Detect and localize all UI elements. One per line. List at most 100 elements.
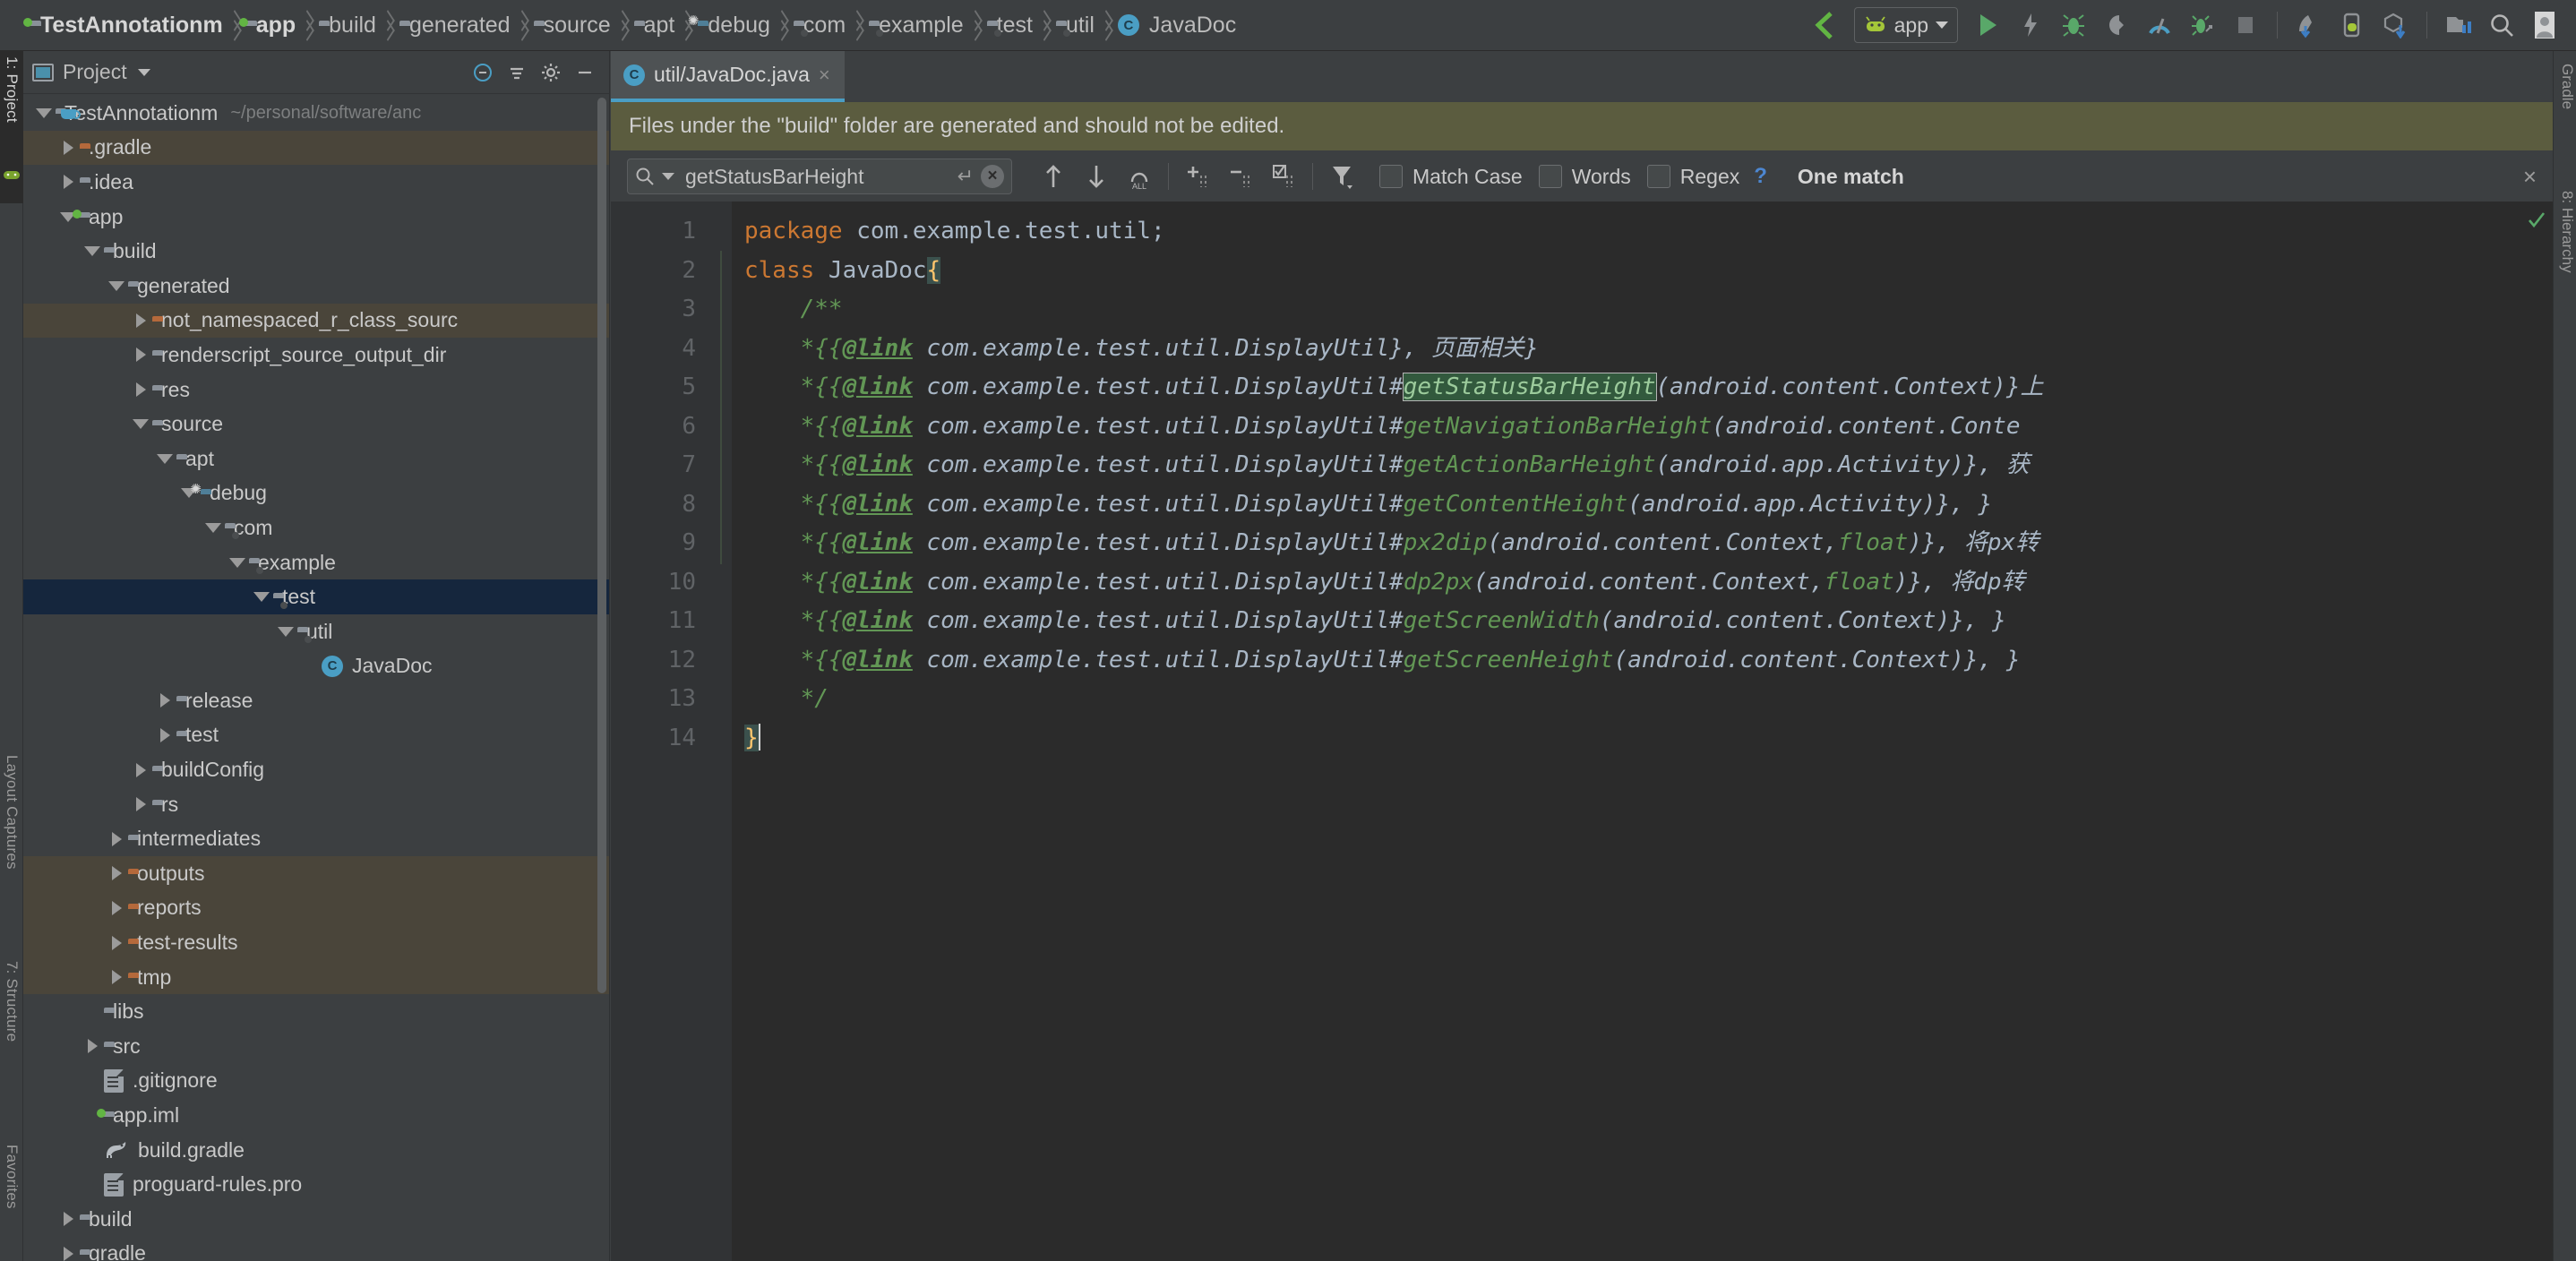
collapse-arrow-icon[interactable] (32, 96, 56, 130)
expand-arrow-icon[interactable] (129, 787, 152, 821)
tree-row[interactable]: C JavaDoc (23, 649, 609, 684)
find-all-icon[interactable]: ALL (1118, 155, 1161, 198)
sidebar-item-gradle[interactable]: Gradle (2553, 58, 2576, 166)
breadcrumb-item-generated[interactable]: generated (399, 0, 511, 51)
tree-row[interactable]: util (23, 614, 609, 649)
collapse-arrow-icon[interactable] (274, 614, 297, 648)
search-input[interactable]: getStatusBarHeight ↵ × (627, 159, 1012, 194)
expand-all-icon[interactable] (502, 57, 532, 88)
collapse-arrow-icon[interactable] (250, 580, 273, 614)
run-configuration-selector[interactable]: app (1853, 7, 1958, 43)
tree-row[interactable]: ✺ debug (23, 476, 609, 511)
tree-row[interactable]: test (23, 579, 609, 614)
expand-arrow-icon[interactable] (81, 1029, 104, 1063)
tree-scrollbar[interactable] (597, 98, 606, 993)
clear-search-icon[interactable]: × (981, 165, 1004, 188)
settings-gear-icon[interactable] (536, 57, 566, 88)
expand-arrow-icon[interactable] (56, 165, 80, 199)
tree-row[interactable]: gradle (23, 1237, 609, 1261)
add-selection-icon[interactable] (1176, 155, 1219, 198)
tree-row[interactable]: res (23, 373, 609, 407)
tree-row[interactable]: app (23, 200, 609, 235)
breadcrumb-item-com[interactable]: com (794, 0, 846, 51)
tree-row[interactable]: .gradle (23, 130, 609, 166)
tree-row[interactable]: source (23, 407, 609, 442)
tree-row[interactable]: app.iml (23, 1098, 609, 1133)
back-icon[interactable] (1806, 6, 1843, 44)
chevron-down-icon[interactable] (137, 68, 150, 76)
sync-gradle-icon[interactable] (2376, 6, 2414, 44)
remove-selection-icon[interactable] (1219, 155, 1262, 198)
user-icon[interactable] (2526, 6, 2563, 44)
tree-row[interactable]: not_namespaced_r_class_sourc (23, 303, 609, 339)
expand-arrow-icon[interactable] (153, 683, 176, 717)
expand-arrow-icon[interactable] (56, 1237, 80, 1261)
collapse-arrow-icon[interactable] (202, 510, 225, 545)
close-icon[interactable]: × (819, 64, 830, 87)
tree-row[interactable]: tmp (23, 959, 609, 995)
expand-arrow-icon[interactable] (153, 718, 176, 752)
collapse-arrow-icon[interactable] (153, 442, 176, 476)
find-next-icon[interactable] (1075, 155, 1118, 198)
collapse-all-icon[interactable] (468, 57, 498, 88)
tree-row[interactable]: .gitignore (23, 1064, 609, 1099)
sidebar-item-hierarchy[interactable]: 8: Hierarchy (2553, 185, 2576, 356)
project-structure-icon[interactable] (2440, 6, 2477, 44)
words-checkbox[interactable] (1538, 165, 1562, 188)
tree-row[interactable]: generated (23, 269, 609, 304)
close-find-icon[interactable]: × (2523, 163, 2542, 191)
collapse-arrow-icon[interactable] (226, 545, 249, 579)
regex-checkbox[interactable] (1646, 165, 1670, 188)
tree-row[interactable]: com (23, 510, 609, 545)
attach-debugger-icon[interactable] (2098, 6, 2135, 44)
breadcrumb-item-build[interactable]: build (319, 0, 376, 51)
sidebar-item-favorites[interactable]: Favorites (0, 1139, 23, 1261)
breadcrumb-item-example[interactable]: example (869, 0, 964, 51)
select-all-occurrences-icon[interactable] (1262, 155, 1305, 198)
tree-row[interactable]: proguard-rules.pro (23, 1167, 609, 1202)
expand-arrow-icon[interactable] (105, 926, 128, 960)
breadcrumb-item-app[interactable]: app (238, 0, 296, 51)
tree-row[interactable]: intermediates (23, 821, 609, 856)
breadcrumb-item-apt[interactable]: apt (634, 0, 675, 51)
breadcrumb-item-util[interactable]: util (1056, 0, 1095, 51)
tree-row[interactable]: apt (23, 442, 609, 476)
avd-manager-icon[interactable] (2333, 6, 2371, 44)
collapse-arrow-icon[interactable] (129, 407, 152, 442)
debug-icon[interactable] (2055, 6, 2092, 44)
tree-row[interactable]: reports (23, 890, 609, 926)
tree-row[interactable]: TestAnnotationm ~/personal/software/anc (23, 96, 609, 131)
expand-arrow-icon[interactable] (129, 304, 152, 338)
words-option[interactable]: Words (1538, 165, 1631, 189)
profile-icon[interactable] (2141, 6, 2178, 44)
sdk-manager-icon[interactable] (2290, 6, 2328, 44)
tree-row[interactable]: build (23, 234, 609, 269)
regex-help-icon[interactable]: ? (1754, 164, 1767, 189)
error-marker-gutter[interactable] (2522, 202, 2553, 1261)
run-icon[interactable] (1969, 6, 2006, 44)
breadcrumb-item-testannotationm[interactable]: TestAnnotationm (23, 0, 223, 51)
debug-layout-icon[interactable] (2184, 6, 2221, 44)
regex-option[interactable]: Regex (1646, 165, 1739, 189)
stop-icon[interactable] (2227, 6, 2264, 44)
hide-panel-icon[interactable] (570, 57, 600, 88)
tree-row[interactable]: rs (23, 787, 609, 822)
expand-arrow-icon[interactable] (105, 891, 128, 925)
sidebar-item-structure[interactable]: 7: Structure (0, 956, 23, 1099)
tree-row[interactable]: buildConfig (23, 752, 609, 787)
expand-arrow-icon[interactable] (105, 822, 128, 856)
chevron-down-icon[interactable] (1936, 21, 1948, 29)
tree-row[interactable]: test-results (23, 925, 609, 960)
breadcrumb-item-source[interactable]: source (534, 0, 611, 51)
match-case-option[interactable]: Match Case (1379, 165, 1523, 189)
expand-arrow-icon[interactable] (129, 338, 152, 372)
expand-arrow-icon[interactable] (105, 856, 128, 890)
code-content[interactable]: package com.example.test.util; class Java… (732, 202, 2522, 1261)
tree-row[interactable]: test (23, 718, 609, 753)
filter-icon[interactable] (1320, 155, 1363, 198)
tree-row[interactable]: src (23, 1029, 609, 1064)
tree-row[interactable]: build.gradle (23, 1133, 609, 1168)
tree-row[interactable]: example (23, 545, 609, 580)
breadcrumb-item-debug[interactable]: ✺ debug (688, 0, 770, 51)
expand-arrow-icon[interactable] (129, 753, 152, 787)
